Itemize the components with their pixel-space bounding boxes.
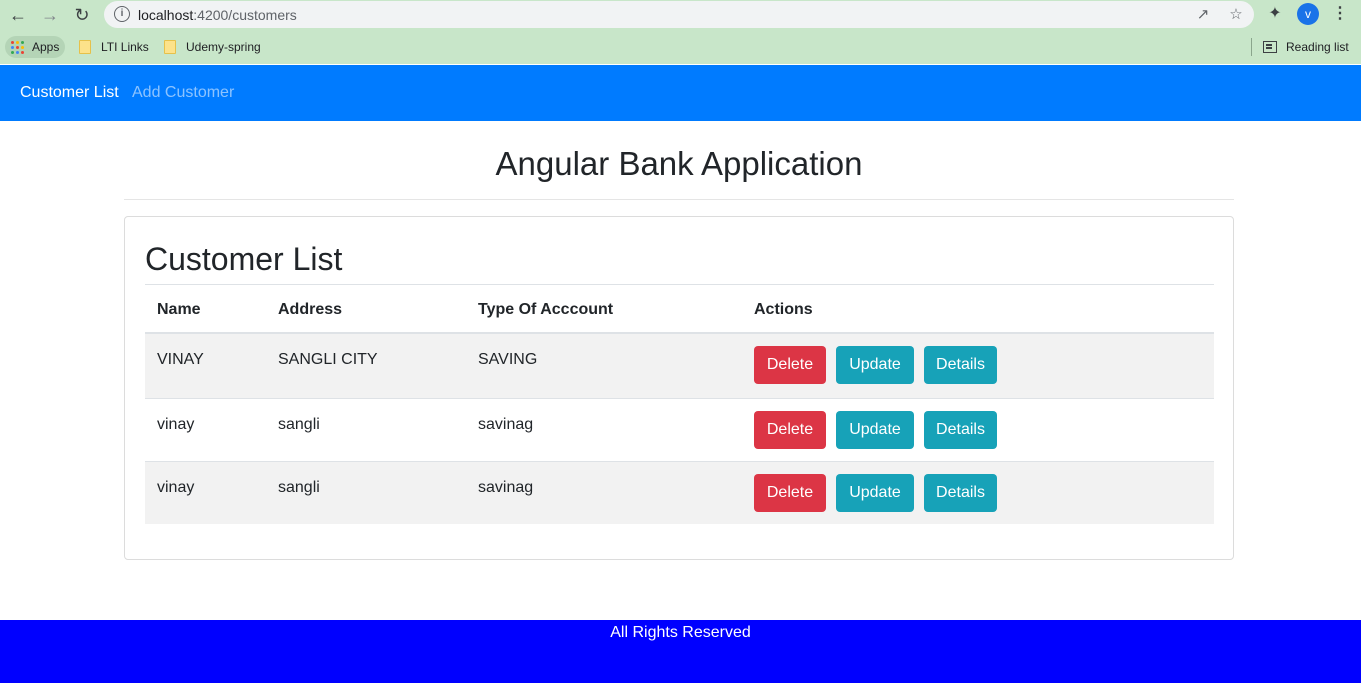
folder-icon: [164, 40, 176, 54]
profile-avatar[interactable]: v: [1297, 3, 1319, 25]
customer-table: Name Address Type Of Acccount Actions VI…: [145, 285, 1214, 524]
bookmark-label: Udemy-spring: [186, 40, 261, 54]
address-url[interactable]: localhost:4200/customers: [138, 7, 297, 23]
details-button[interactable]: Details: [924, 411, 997, 449]
update-button[interactable]: Update: [836, 411, 914, 449]
cell-name: VINAY: [157, 351, 204, 368]
details-button[interactable]: Details: [924, 474, 997, 512]
delete-button[interactable]: Delete: [754, 474, 826, 512]
cell-account-type: savinag: [478, 416, 534, 433]
extensions-puzzle-icon[interactable]: ✦: [1265, 4, 1285, 24]
reading-list-label: Reading list: [1286, 40, 1349, 54]
delete-button[interactable]: Delete: [754, 346, 826, 384]
cell-address: sangli: [278, 479, 320, 496]
update-button[interactable]: Update: [836, 346, 914, 384]
bookmark-udemy-spring[interactable]: Udemy-spring: [164, 36, 261, 58]
table-row: VINAY SANGLI CITY SAVING Delete Update D…: [145, 334, 1214, 398]
cell-address: SANGLI CITY: [278, 351, 378, 368]
page-title: Angular Bank Application: [495, 145, 863, 182]
customer-list-heading: Customer List: [145, 241, 343, 277]
page-footer: All Rights Reserved: [0, 620, 1361, 683]
delete-button[interactable]: Delete: [754, 411, 826, 449]
apps-grid-icon: [11, 40, 24, 54]
bookmarks-divider: [1251, 38, 1252, 56]
reading-list-icon: [1263, 41, 1277, 53]
site-info-icon[interactable]: i: [114, 6, 130, 22]
address-bar[interactable]: i localhost:4200/customers ↗ ☆: [104, 1, 1254, 28]
nav-add-customer-link[interactable]: Add Customer: [132, 84, 234, 102]
folder-icon: [79, 40, 91, 54]
customer-list-card: Customer List Name Address Type Of Accco…: [124, 216, 1234, 560]
update-button[interactable]: Update: [836, 474, 914, 512]
forward-arrow-icon[interactable]: →: [38, 3, 62, 27]
column-header-name: Name: [157, 301, 201, 318]
app-navbar: Customer List Add Customer: [0, 65, 1361, 121]
cell-address: sangli: [278, 416, 320, 433]
cell-account-type: savinag: [478, 479, 534, 496]
bookmark-label: LTI Links: [101, 40, 149, 54]
bookmark-star-icon[interactable]: ☆: [1226, 5, 1246, 25]
bookmark-label: Apps: [32, 40, 60, 54]
bookmark-lti-links[interactable]: LTI Links: [79, 36, 149, 58]
details-button[interactable]: Details: [924, 346, 997, 384]
footer-text: All Rights Reserved: [610, 624, 751, 641]
cell-account-type: SAVING: [478, 351, 538, 368]
cell-name: vinay: [157, 479, 195, 496]
table-row: vinay sangli savinag Delete Update Detai…: [145, 398, 1214, 461]
url-host: localhost: [138, 7, 194, 23]
column-header-actions: Actions: [754, 301, 813, 318]
column-header-account-type: Type Of Acccount: [478, 301, 614, 318]
url-path: :4200/customers: [193, 7, 297, 23]
back-arrow-icon[interactable]: ←: [6, 3, 30, 27]
nav-customer-list-link[interactable]: Customer List: [20, 84, 119, 102]
title-divider: [124, 199, 1234, 200]
browser-toolbar: ← → ↻ i localhost:4200/customers ↗ ☆ ✦ v…: [0, 0, 1361, 29]
bookmarks-bar: Apps LTI Links Udemy-spring Reading list: [0, 29, 1361, 64]
cell-name: vinay: [157, 416, 195, 433]
column-header-address: Address: [278, 301, 343, 318]
reload-icon[interactable]: ↻: [70, 3, 94, 27]
table-row: vinay sangli savinag Delete Update Detai…: [145, 461, 1214, 524]
reading-list-button[interactable]: Reading list: [1263, 36, 1349, 58]
share-icon[interactable]: ↗: [1193, 5, 1213, 25]
bookmark-apps[interactable]: Apps: [5, 36, 66, 58]
table-header: Name Address Type Of Acccount Actions: [145, 285, 1214, 334]
browser-menu-icon[interactable]: ⋮: [1332, 4, 1348, 24]
